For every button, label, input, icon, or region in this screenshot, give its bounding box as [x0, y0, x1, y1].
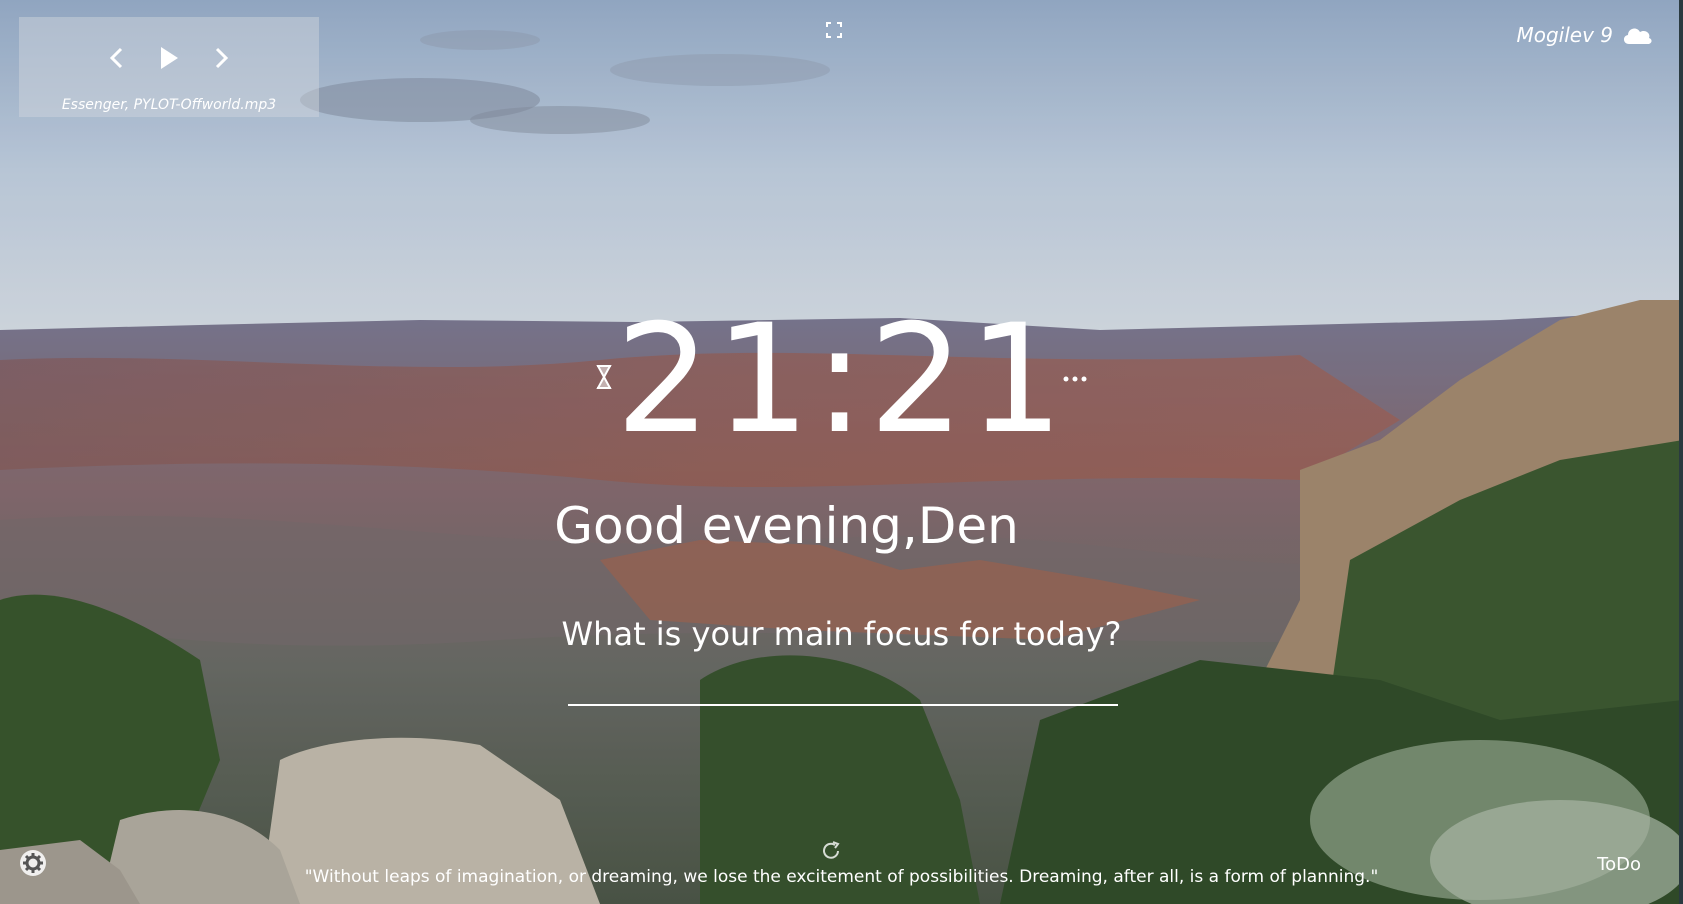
fullscreen-icon [826, 22, 842, 38]
prev-track-button[interactable] [103, 44, 131, 72]
scrollbar[interactable] [1679, 0, 1683, 904]
todo-button[interactable]: ToDo [1597, 854, 1641, 875]
chevron-left-icon [109, 47, 123, 69]
music-player: Essenger, PYLOT-Offworld.mp3 [19, 17, 319, 117]
next-track-button[interactable] [207, 44, 235, 72]
play-button[interactable] [155, 44, 183, 72]
play-icon [161, 47, 178, 69]
chevron-right-icon [215, 47, 229, 69]
clock-time: 21:21 [615, 293, 1068, 467]
refresh-quote-button[interactable] [820, 840, 842, 862]
player-controls [19, 43, 319, 73]
quote-text: "Without leaps of imagination, or dreami… [304, 867, 1379, 887]
weather-widget[interactable]: Mogilev 9 [1516, 18, 1653, 52]
track-title: Essenger, PYLOT-Offworld.mp3 [61, 97, 277, 113]
greeting-text: Good evening, [554, 497, 918, 555]
greeting: Good evening,Den [0, 496, 1683, 556]
refresh-icon [823, 841, 840, 859]
fullscreen-button[interactable] [824, 20, 844, 40]
focus-question: What is your main focus for today? [561, 615, 1122, 653]
focus-input[interactable] [568, 662, 1118, 706]
greeting-name[interactable]: Den [918, 497, 1019, 555]
clock-options-button[interactable] [1062, 370, 1088, 382]
weather-city-temp: Mogilev 9 [1516, 23, 1613, 47]
cloud-icon [1623, 28, 1652, 44]
more-dots-icon [1063, 376, 1087, 382]
